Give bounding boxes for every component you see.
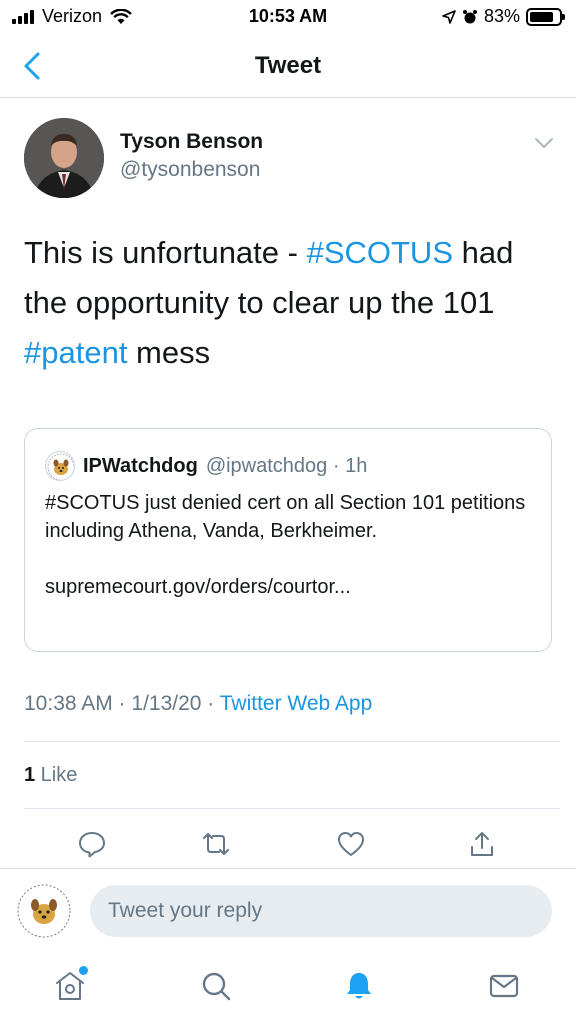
reply-button[interactable] [74, 826, 110, 862]
heart-icon [338, 832, 364, 856]
divider [24, 741, 560, 742]
chevron-down-icon[interactable] [534, 136, 554, 150]
tweet-text-part: This is unfortunate - [24, 235, 307, 270]
notification-dot [79, 966, 88, 975]
quoted-author-name: IPWatchdog [83, 454, 198, 477]
alarm-icon [462, 9, 477, 23]
hashtag-scotus[interactable]: #SCOTUS [307, 235, 453, 270]
tweet-text-part: mess [127, 335, 211, 370]
divider [24, 808, 560, 809]
tab-notifications[interactable] [339, 966, 379, 1006]
tweet-meta: 10:38 AM · 1/13/20 · Twitter Web App [24, 692, 372, 716]
tab-home[interactable] [50, 966, 90, 1006]
reply-bar [0, 868, 576, 952]
tab-bar [0, 952, 576, 1024]
tab-search[interactable] [196, 966, 236, 1006]
like-button[interactable] [333, 826, 369, 862]
like-count[interactable]: 1 Like [24, 764, 77, 787]
dog-logo-icon [47, 453, 74, 480]
tweet-text: This is unfortunate - #SCOTUS had the op… [24, 228, 554, 378]
quoted-tweet-body: #SCOTUS just denied cert on all Section … [45, 489, 535, 601]
mail-icon [489, 974, 519, 998]
search-icon [202, 972, 231, 1001]
quoted-tweet-text: #SCOTUS just denied cert on all Section … [45, 492, 526, 542]
reply-input[interactable] [90, 885, 552, 937]
like-count-number: 1 [24, 764, 36, 786]
quoted-author-avatar [45, 451, 75, 481]
tab-messages[interactable] [484, 966, 524, 1006]
user-avatar[interactable] [16, 883, 72, 939]
tweet-timestamp: 10:38 AM · 1/13/20 · [24, 692, 220, 715]
battery-fill [530, 11, 554, 22]
like-count-label: Like [35, 764, 78, 786]
share-button[interactable] [464, 826, 500, 862]
quoted-tweet-header: IPWatchdog @ipwatchdog · 1h [45, 451, 367, 481]
nav-header: Tweet [0, 36, 576, 98]
tweet-source-link[interactable]: Twitter Web App [220, 692, 373, 715]
author-avatar[interactable] [24, 118, 104, 198]
author-name[interactable]: Tyson Benson [120, 130, 263, 154]
retweet-button[interactable] [198, 826, 234, 862]
battery-icon [526, 7, 565, 26]
location-arrow-icon [442, 9, 456, 24]
page-title: Tweet [254, 52, 322, 79]
quoted-author-handle: @ipwatchdog · 1h [205, 454, 368, 477]
person-photo-icon [24, 118, 104, 198]
dog-logo-icon [17, 884, 71, 938]
bell-icon [347, 973, 371, 999]
comment-icon [79, 832, 105, 858]
retweet-icon [203, 833, 229, 855]
battery-percent: 83% [483, 6, 520, 26]
author-handle[interactable]: @tysonbenson [120, 158, 260, 182]
quoted-tweet-card[interactable]: IPWatchdog @ipwatchdog · 1h #SCOTUS just… [24, 428, 552, 652]
hashtag-patent[interactable]: #patent [24, 335, 127, 370]
quoted-tweet-link[interactable]: supremecourt.gov/orders/courtor... [45, 573, 535, 601]
share-icon [471, 832, 493, 856]
status-bar: Verizon 10:53 AM 83% [0, 0, 576, 36]
status-right: 83% [442, 6, 565, 27]
